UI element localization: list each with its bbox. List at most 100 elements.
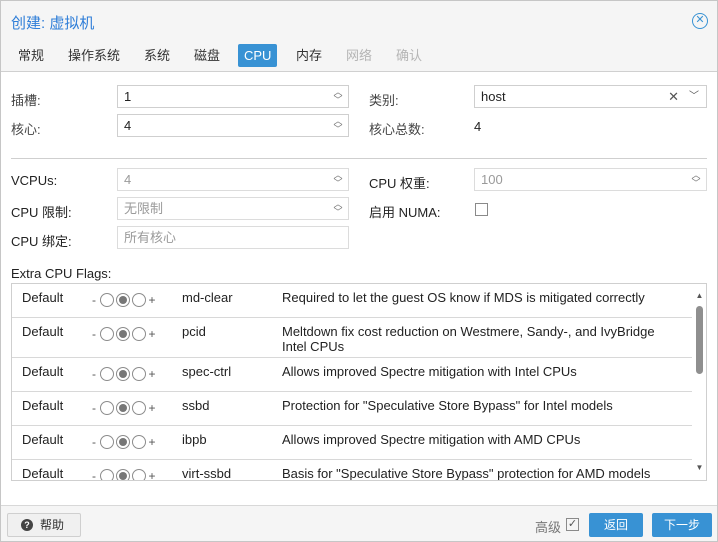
tab-general[interactable]: 常规 — [12, 44, 50, 67]
flag-off-radio[interactable] — [100, 367, 114, 381]
type-value: host — [481, 89, 506, 104]
flag-name: ssbd — [182, 398, 210, 413]
vcpus-input[interactable]: 4 ︿ ﹀ — [117, 168, 349, 191]
flag-name: spec-ctrl — [182, 364, 232, 379]
flag-state: Default — [22, 398, 64, 413]
help-label: 帮助 — [40, 518, 65, 532]
sockets-value: 1 — [124, 89, 132, 104]
back-button[interactable]: 返回 — [589, 513, 643, 537]
flag-on-radio[interactable] — [132, 293, 146, 307]
flag-name: pcid — [182, 324, 206, 339]
dialog-title: 创建: 虚拟机 — [11, 15, 95, 32]
type-label: 类别: — [369, 93, 399, 108]
flag-description: Allows improved Spectre mitigation with … — [282, 364, 577, 379]
cpu-weight-input[interactable]: 100 ︿ ﹀ — [474, 168, 707, 191]
flag-toggle: - + — [90, 401, 156, 415]
scroll-down-icon[interactable]: ▼ — [695, 463, 704, 472]
table-row: Default - + virt-ssbd Basis for "Specula… — [12, 460, 692, 481]
help-icon: ? — [21, 519, 33, 531]
flag-off-radio[interactable] — [100, 435, 114, 449]
table-row: Default - + ssbd Protection for "Specula… — [12, 392, 692, 426]
minus-icon: - — [92, 293, 96, 307]
flag-default-radio[interactable] — [116, 469, 130, 480]
tab-bar: 常规 操作系统 系统 磁盘 CPU 内存 网络 确认 — [1, 41, 717, 72]
chevron-down-icon[interactable]: ﹀ — [689, 86, 699, 107]
tab-confirm: 确认 — [396, 48, 423, 63]
flag-description: Basis for "Speculative Store Bypass" pro… — [282, 466, 651, 481]
tab-cpu[interactable]: CPU — [238, 44, 278, 67]
cores-spinner-icon[interactable]: ︿ ﹀ — [333, 117, 343, 134]
table-row: Default - + md-clear Required to let the… — [12, 284, 692, 318]
minus-icon: - — [92, 401, 96, 415]
extra-cpu-flags-label: Extra CPU Flags: — [11, 266, 112, 281]
plus-icon: + — [148, 401, 156, 415]
cpu-limit-spinner-icon[interactable]: ︿ ﹀ — [333, 200, 343, 217]
sockets-label: 插槽: — [11, 93, 41, 108]
clear-icon[interactable]: ✕ — [668, 86, 679, 107]
flag-description: Required to let the guest OS know if MDS… — [282, 290, 645, 305]
cpu-affinity-input[interactable]: 所有核心 — [117, 226, 349, 249]
plus-icon: + — [148, 469, 156, 481]
sockets-input[interactable]: 1 ︿ ﹀ — [117, 85, 349, 108]
advanced-checkbox[interactable]: ✓ — [566, 518, 579, 531]
vertical-scrollbar[interactable]: ▲ ▼ — [693, 284, 706, 480]
flag-off-radio[interactable] — [100, 327, 114, 341]
close-icon[interactable]: ✕ — [692, 13, 708, 29]
numa-label: 启用 NUMA: — [369, 205, 441, 220]
plus-icon: + — [148, 367, 156, 381]
flag-default-radio[interactable] — [116, 435, 130, 449]
cpu-weight-spinner-icon[interactable]: ︿ ﹀ — [691, 171, 701, 188]
flag-default-radio[interactable] — [116, 367, 130, 381]
total-cores-label: 核心总数: — [369, 122, 425, 137]
tab-memory[interactable]: 内存 — [290, 44, 328, 67]
flag-description: Meltdown fix cost reduction on Westmere,… — [282, 324, 655, 354]
cpu-limit-input[interactable]: 无限制 ︿ ﹀ — [117, 197, 349, 220]
cpu-flags-rows: Default - + md-clear Required to let the… — [12, 284, 692, 481]
table-row: Default - + ibpb Allows improved Spectre… — [12, 426, 692, 460]
plus-icon: + — [148, 327, 156, 341]
flag-description: Allows improved Spectre mitigation with … — [282, 432, 581, 447]
flag-toggle: - + — [90, 367, 156, 381]
flag-off-radio[interactable] — [100, 469, 114, 480]
flag-toggle: - + — [90, 469, 156, 481]
flag-on-radio[interactable] — [132, 469, 146, 480]
vcpus-value: 4 — [124, 172, 132, 187]
table-row: Default - + spec-ctrl Allows improved Sp… — [12, 358, 692, 392]
cpu-flags-grid: Default - + md-clear Required to let the… — [11, 283, 707, 481]
next-button[interactable]: 下一步 — [652, 513, 712, 537]
minus-icon: - — [92, 367, 96, 381]
dialog-footer: ? 帮助 高级 ✓ 返回 下一步 — [1, 505, 717, 541]
section-divider — [11, 158, 707, 159]
cpu-limit-label: CPU 限制: — [11, 205, 72, 220]
vcpus-label: VCPUs: — [11, 173, 58, 188]
cpu-affinity-label: CPU 绑定: — [11, 234, 72, 249]
flag-off-radio[interactable] — [100, 293, 114, 307]
cpu-limit-value: 无限制 — [124, 201, 164, 216]
tab-disk[interactable]: 磁盘 — [188, 44, 226, 67]
flag-default-radio[interactable] — [116, 327, 130, 341]
scroll-up-icon[interactable]: ▲ — [695, 291, 704, 300]
flag-state: Default — [22, 324, 64, 339]
flag-on-radio[interactable] — [132, 367, 146, 381]
flag-default-radio[interactable] — [116, 401, 130, 415]
plus-icon: + — [148, 435, 156, 449]
minus-icon: - — [92, 435, 96, 449]
cores-input[interactable]: 4 ︿ ﹀ — [117, 114, 349, 137]
flag-on-radio[interactable] — [132, 401, 146, 415]
sockets-spinner-icon[interactable]: ︿ ﹀ — [333, 88, 343, 105]
flag-off-radio[interactable] — [100, 401, 114, 415]
scroll-thumb[interactable] — [696, 306, 703, 374]
flag-toggle: - + — [90, 327, 156, 341]
dialog-header: 创建: 虚拟机 ✕ — [1, 1, 717, 41]
numa-checkbox[interactable] — [475, 203, 488, 216]
vcpus-spinner-icon[interactable]: ︿ ﹀ — [333, 171, 343, 188]
plus-icon: + — [148, 293, 156, 307]
flag-on-radio[interactable] — [132, 435, 146, 449]
help-button[interactable]: ? 帮助 — [7, 513, 81, 537]
flag-default-radio[interactable] — [116, 293, 130, 307]
flag-on-radio[interactable] — [132, 327, 146, 341]
type-select[interactable]: host ✕ ﹀ — [474, 85, 707, 108]
flag-toggle: - + — [90, 293, 156, 307]
tab-os[interactable]: 操作系统 — [62, 44, 126, 67]
tab-system[interactable]: 系统 — [138, 44, 176, 67]
